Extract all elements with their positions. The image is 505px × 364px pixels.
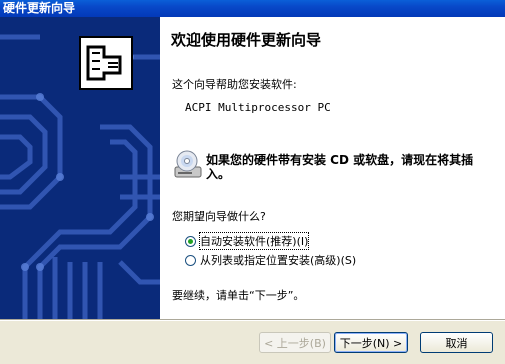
advanced-install-label[interactable]: 从列表或指定位置安装(高级)(S) <box>200 252 356 268</box>
hardware-card-icon <box>79 36 133 90</box>
wizard-main-panel: 欢迎使用硬件更新向导 这个向导帮助您安装软件: ACPI Multiproces… <box>160 17 505 319</box>
insert-cd-prompt: 如果您的硬件带有安装 CD 或软盘，请现在将其插入。 <box>206 153 474 181</box>
auto-install-label[interactable]: 自动安装软件(推荐)(I) <box>198 232 310 250</box>
title-bar[interactable]: 硬件更新向导 <box>0 0 505 17</box>
cd-drive-icon <box>174 150 202 178</box>
wizard-sidebar <box>0 17 160 319</box>
continue-instruction: 要继续，请单击“下一步”。 <box>172 289 305 302</box>
cancel-button[interactable]: 取消 <box>420 332 493 353</box>
wizard-content: 欢迎使用硬件更新向导 这个向导帮助您安装软件: ACPI Multiproces… <box>0 17 505 319</box>
advanced-install-option[interactable]: 从列表或指定位置安装(高级)(S) <box>185 252 356 268</box>
device-name: ACPI Multiprocessor PC <box>185 101 331 114</box>
next-button[interactable]: 下一步(N) > <box>334 332 408 353</box>
wizard-description: 这个向导帮助您安装软件: <box>172 78 297 91</box>
window-title: 硬件更新向导 <box>3 1 76 15</box>
advanced-install-radio[interactable] <box>185 254 196 266</box>
wizard-question: 您期望向导做什么? <box>172 210 266 223</box>
page-title: 欢迎使用硬件更新向导 <box>171 31 322 49</box>
back-button[interactable]: < 上一步(B) <box>259 332 331 353</box>
button-divider <box>0 319 505 321</box>
auto-install-radio[interactable] <box>185 235 196 247</box>
wizard-window: 硬件更新向导 欢迎使用硬件更新向导 这个向导帮助您安装软件: ACPI Mult… <box>0 0 505 364</box>
auto-install-option[interactable]: 自动安装软件(推荐)(I) <box>185 232 310 250</box>
circuit-board-graphic <box>0 17 160 319</box>
